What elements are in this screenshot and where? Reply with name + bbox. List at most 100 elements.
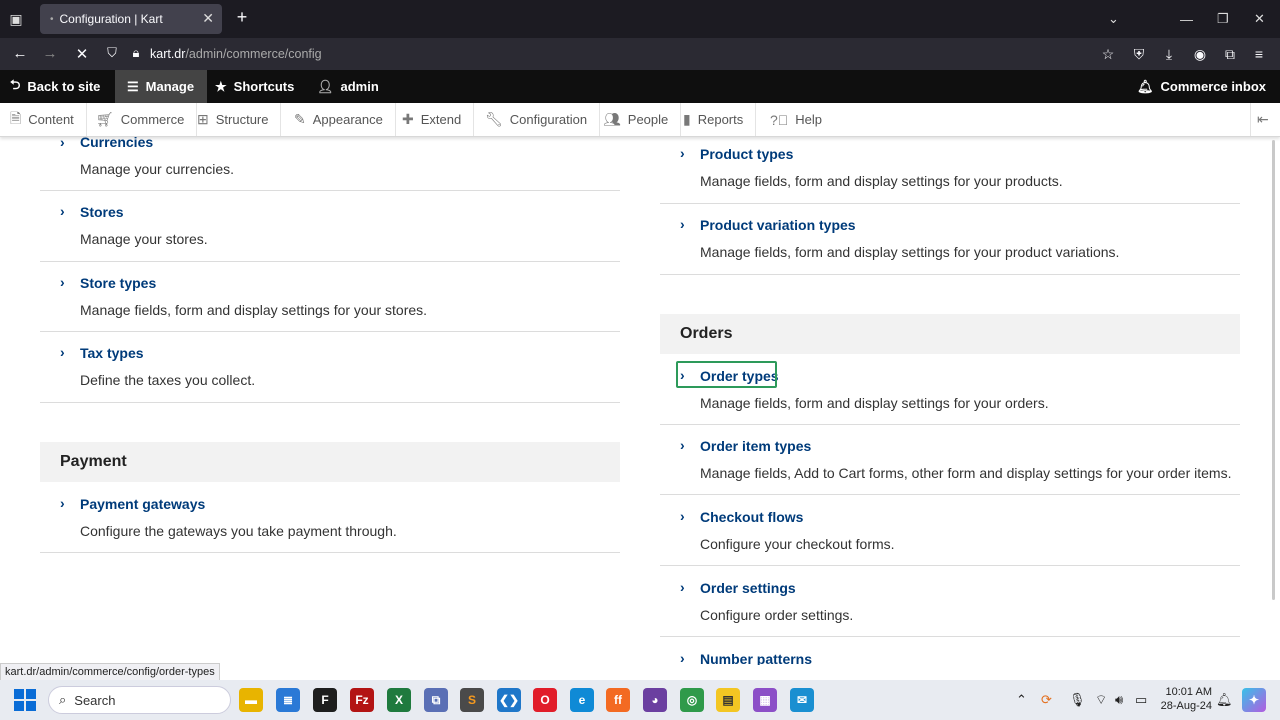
copilot-icon[interactable]: ✦ [1242, 688, 1266, 712]
downloads-icon[interactable]: ⤓ [1160, 46, 1178, 63]
tray-orientation-toggle[interactable]: ⇤ [1250, 103, 1269, 136]
windows-taskbar: ⌕ Search ▬ ≣ F Fz X ⧉ S ❮❯ O e ff ◕ ◎ ▤ … [0, 680, 1280, 720]
notepad-icon[interactable]: ≣ [276, 688, 300, 712]
chevron-right-icon: › [60, 344, 65, 360]
order-item-types-link[interactable]: Order item types [700, 438, 811, 454]
store-types-link[interactable]: Store types [80, 275, 156, 291]
url-field[interactable]: kart.dr/admin/commerce/config [150, 47, 322, 61]
cart-icon: 🛒︎ [96, 111, 114, 127]
bar-chart-icon: ▮ [683, 111, 691, 127]
back-arrow-icon[interactable]: ← [10, 45, 30, 62]
user-tab[interactable]: 👤︎ admin [317, 70, 379, 103]
item-description: Define the taxes you collect. [80, 372, 256, 388]
tray-item-commerce[interactable]: 🛒︎ Commerce [86, 103, 198, 136]
volume-icon[interactable]: 🔊︎ [1115, 680, 1123, 720]
back-to-site-link[interactable]: ⮌ Back to site [10, 70, 100, 103]
bell-icon: 🔔︎ [1137, 78, 1154, 94]
people-icon: 👥︎ [603, 111, 621, 127]
item-description: Manage your stores. [80, 231, 208, 247]
structure-icon: ⊞ [197, 111, 209, 127]
tray-item-content[interactable]: 🗎︎ Content [0, 103, 87, 136]
browser-tab[interactable]: • Configuration | Kart ✕ [40, 4, 222, 34]
sublime-text-icon[interactable]: S [460, 688, 484, 712]
hamburger-icon: ☰ [127, 78, 139, 94]
order-settings-link[interactable]: Order settings [700, 580, 796, 596]
number-patterns-link[interactable]: Number patterns [700, 651, 812, 665]
currencies-link[interactable]: Currencies [80, 137, 153, 150]
checkout-flows-link[interactable]: Checkout flows [700, 509, 803, 525]
lock-icon[interactable]: 🔒︎ [126, 45, 146, 61]
tray-label: Configuration [509, 112, 588, 127]
bookmark-star-icon[interactable]: ☆ [1099, 46, 1117, 63]
item-description: Manage fields, Add to Cart forms, other … [700, 465, 1232, 481]
pocket-icon[interactable]: ⛨ [1130, 46, 1148, 63]
close-tab-icon[interactable]: ✕ [202, 10, 214, 27]
filezilla-icon[interactable]: Fz [350, 688, 374, 712]
tab-overflow-icon[interactable]: ⌄ [1108, 0, 1119, 38]
video-app-icon[interactable]: ▦ [753, 688, 777, 712]
tray-label: People [627, 112, 669, 127]
tray-item-people[interactable]: 👥︎ People [593, 103, 682, 136]
excel-icon[interactable]: X [387, 688, 411, 712]
chevron-right-icon: › [680, 216, 685, 232]
sync-icon[interactable]: ⟳ [1041, 680, 1052, 720]
tab-title: Configuration | Kart [59, 12, 163, 26]
tray-item-reports[interactable]: ▮ Reports [673, 103, 757, 136]
maximize-button[interactable]: ❐ [1217, 0, 1229, 38]
tray-item-help[interactable]: ?⃝ Help [760, 103, 834, 136]
tray-label: Structure [215, 112, 269, 127]
manage-tab[interactable]: ☰ Manage [115, 70, 207, 103]
tor-app-icon[interactable]: ◕ [643, 688, 667, 712]
network-app-icon[interactable]: ⧉ [424, 688, 448, 712]
stop-loading-icon[interactable]: ✕ [72, 45, 92, 63]
close-window-button[interactable]: ✕ [1254, 0, 1265, 38]
figma-icon[interactable]: F [313, 688, 337, 712]
new-tab-button[interactable]: + [232, 7, 252, 28]
microphone-icon[interactable]: 🎙︎ [1069, 680, 1086, 720]
tray-item-appearance[interactable]: ✎ Appearance [284, 103, 396, 136]
shield-icon[interactable]: ⛉ [102, 45, 122, 61]
page-scrollbar[interactable] [1272, 140, 1275, 600]
edge-icon[interactable]: e [570, 688, 594, 712]
forward-arrow-icon[interactable]: → [40, 45, 60, 62]
vscode-icon[interactable]: ❮❯ [497, 688, 521, 712]
tray-item-configuration[interactable]: 🔧︎ Configuration [475, 103, 601, 136]
stores-link[interactable]: Stores [80, 204, 124, 220]
commerce-inbox-tab[interactable]: 🔔︎ Commerce inbox [1137, 70, 1266, 103]
show-hidden-icons[interactable]: ⌃ [1016, 680, 1027, 720]
extensions-icon[interactable]: ⧉ [1221, 46, 1239, 63]
tray-label: Extend [420, 112, 462, 127]
taskbar-search[interactable]: ⌕ Search [48, 686, 231, 714]
shortcuts-tab[interactable]: ★ Shortcuts [215, 70, 294, 103]
wifi-icon[interactable]: ⌔ [1095, 680, 1107, 720]
chevron-right-icon: › [680, 508, 685, 524]
tray-item-extend[interactable]: ✚ Extend [392, 103, 475, 136]
tab-list-icon[interactable]: ▣ [0, 0, 32, 38]
notifications-icon[interactable]: 🔔︎ [1216, 680, 1233, 720]
document-icon: 🗎︎ [10, 109, 22, 126]
mail-app-icon[interactable]: ✉ [790, 688, 814, 712]
tax-types-link[interactable]: Tax types [80, 345, 144, 361]
windows-start-icon[interactable] [14, 689, 36, 711]
payment-gateways-link[interactable]: Payment gateways [80, 496, 205, 512]
tray-item-structure[interactable]: ⊞ Structure [187, 103, 282, 136]
sticky-notes-icon[interactable]: ▤ [716, 688, 740, 712]
item-description: Configure order settings. [700, 607, 854, 623]
chrome-icon[interactable]: ◎ [680, 688, 704, 712]
list-item: › Payment gateways Configure the gateway… [40, 482, 620, 553]
clock-time: 10:01 AM [1165, 686, 1212, 698]
product-types-link[interactable]: Product types [700, 146, 793, 162]
taskbar-clock[interactable]: 10:01 AM 28-Aug-24 [1160, 685, 1212, 713]
puzzle-icon: ✚ [402, 111, 414, 127]
menu-icon[interactable]: ≡ [1250, 46, 1268, 62]
list-item: › Checkout flows Configure your checkout… [660, 495, 1240, 566]
opera-icon[interactable]: O [533, 688, 557, 712]
account-icon[interactable]: ◉ [1191, 46, 1209, 63]
admin-toolbar: ⮌ Back to site ☰ Manage ★ Shortcuts 👤︎ a… [0, 70, 1280, 103]
product-variation-types-link[interactable]: Product variation types [700, 217, 856, 233]
firefox-icon[interactable]: ff [606, 688, 630, 712]
minimize-button[interactable]: — [1180, 0, 1193, 38]
file-explorer-icon[interactable]: ▬ [239, 688, 263, 712]
link-status-bar: kart.dr/admin/commerce/config/order-type… [0, 663, 220, 681]
battery-icon[interactable]: ▭ [1135, 680, 1147, 720]
